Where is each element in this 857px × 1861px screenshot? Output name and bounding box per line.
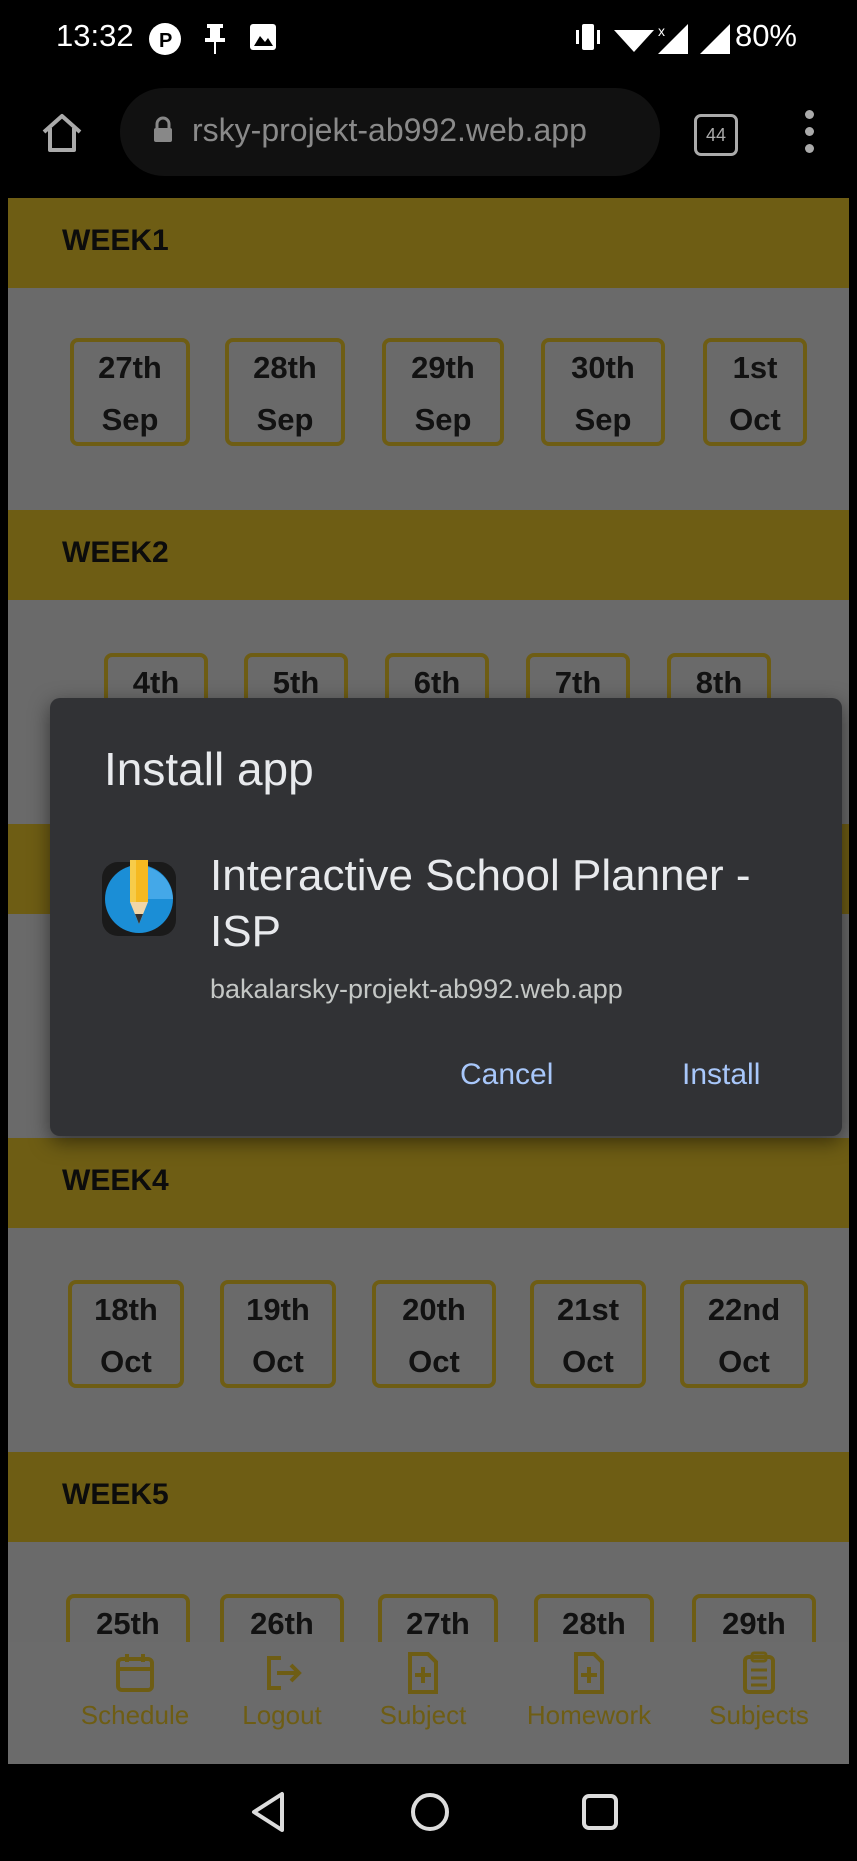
- week-label: WEEK4: [62, 1164, 169, 1197]
- browser-toolbar: rsky-projekt-ab992.web.app 44: [8, 80, 849, 198]
- battery-level: 80%: [734, 18, 797, 53]
- vibrate-icon: [574, 22, 602, 57]
- day-card[interactable]: 1st Oct: [703, 338, 807, 446]
- week-header: WEEK5: [8, 1452, 849, 1542]
- day-card[interactable]: 21st Oct: [530, 1280, 646, 1388]
- nav-label: Homework: [526, 1700, 652, 1730]
- more-menu-icon[interactable]: [803, 110, 815, 158]
- week-header: WEEK2: [8, 510, 849, 600]
- app-notification-icon: P: [148, 22, 182, 61]
- week-header: WEEK4: [8, 1138, 849, 1228]
- lock-icon: [152, 116, 174, 149]
- phone-screen: 13:32 P x 80% rsky-projekt-ab992.web.app…: [8, 0, 849, 1861]
- day-card[interactable]: 28th Sep: [225, 338, 345, 446]
- image-icon: [248, 22, 278, 57]
- back-icon[interactable]: [248, 1790, 288, 1834]
- day-card[interactable]: 27th Sep: [70, 338, 190, 446]
- day-card[interactable]: 30th Sep: [541, 338, 665, 446]
- nav-schedule[interactable]: Schedule: [60, 1650, 210, 1731]
- add-file-icon: [408, 1652, 438, 1694]
- nav-logout[interactable]: Logout: [222, 1650, 342, 1731]
- cancel-button[interactable]: Cancel: [460, 1058, 553, 1092]
- bottom-navigation: Schedule Logout Subject Homework Subject…: [8, 1642, 849, 1764]
- week-header: WEEK1: [8, 198, 849, 288]
- status-bar: 13:32 P x 80%: [8, 0, 849, 80]
- svg-text:P: P: [159, 30, 172, 52]
- day-card[interactable]: 20th Oct: [372, 1280, 496, 1388]
- nav-homework[interactable]: Homework: [514, 1650, 664, 1731]
- install-button[interactable]: Install: [682, 1058, 760, 1092]
- app-name: Interactive School Planner - ISP: [210, 851, 751, 956]
- day-card[interactable]: 29th Sep: [382, 338, 504, 446]
- week-label: WEEK5: [62, 1478, 169, 1511]
- tab-switcher-button[interactable]: 44: [694, 114, 738, 156]
- nav-subject[interactable]: Subject: [368, 1650, 478, 1731]
- day-card[interactable]: 18th Oct: [68, 1280, 184, 1388]
- clipboard-list-icon: [743, 1651, 775, 1694]
- wifi-icon: [614, 22, 654, 59]
- signal-icon: [698, 22, 732, 61]
- recents-icon[interactable]: [578, 1790, 622, 1834]
- url-text: rsky-projekt-ab992.web.app: [192, 112, 587, 148]
- nav-label: Logout: [242, 1700, 322, 1730]
- address-bar[interactable]: rsky-projekt-ab992.web.app: [120, 88, 660, 176]
- signal-roaming-icon: x: [656, 22, 690, 61]
- week-label: WEEK2: [62, 536, 169, 569]
- app-pencil-icon: [102, 858, 176, 940]
- system-navigation-bar: [8, 1764, 849, 1861]
- home-circle-icon[interactable]: [408, 1790, 452, 1834]
- install-app-dialog: Install app Interactive School Planner -…: [50, 698, 842, 1136]
- home-icon[interactable]: [38, 108, 98, 168]
- nav-label: Subjects: [709, 1700, 809, 1730]
- nav-label: Schedule: [80, 1700, 190, 1730]
- calendar-icon: [116, 1654, 154, 1692]
- logout-icon: [267, 1656, 302, 1690]
- app-url: bakalarsky-projekt-ab992.web.app: [210, 974, 623, 1004]
- dialog-title: Install app: [104, 743, 314, 795]
- add-file-icon: [574, 1652, 604, 1694]
- week-label: WEEK1: [62, 224, 169, 257]
- nav-subjects[interactable]: Subjects: [694, 1650, 824, 1731]
- status-time: 13:32: [56, 18, 134, 53]
- nav-label: Subject: [379, 1700, 467, 1730]
- day-card[interactable]: 22nd Oct: [680, 1280, 808, 1388]
- pin-icon: [203, 22, 227, 61]
- svg-text:x: x: [658, 23, 665, 39]
- day-card[interactable]: 19th Oct: [220, 1280, 336, 1388]
